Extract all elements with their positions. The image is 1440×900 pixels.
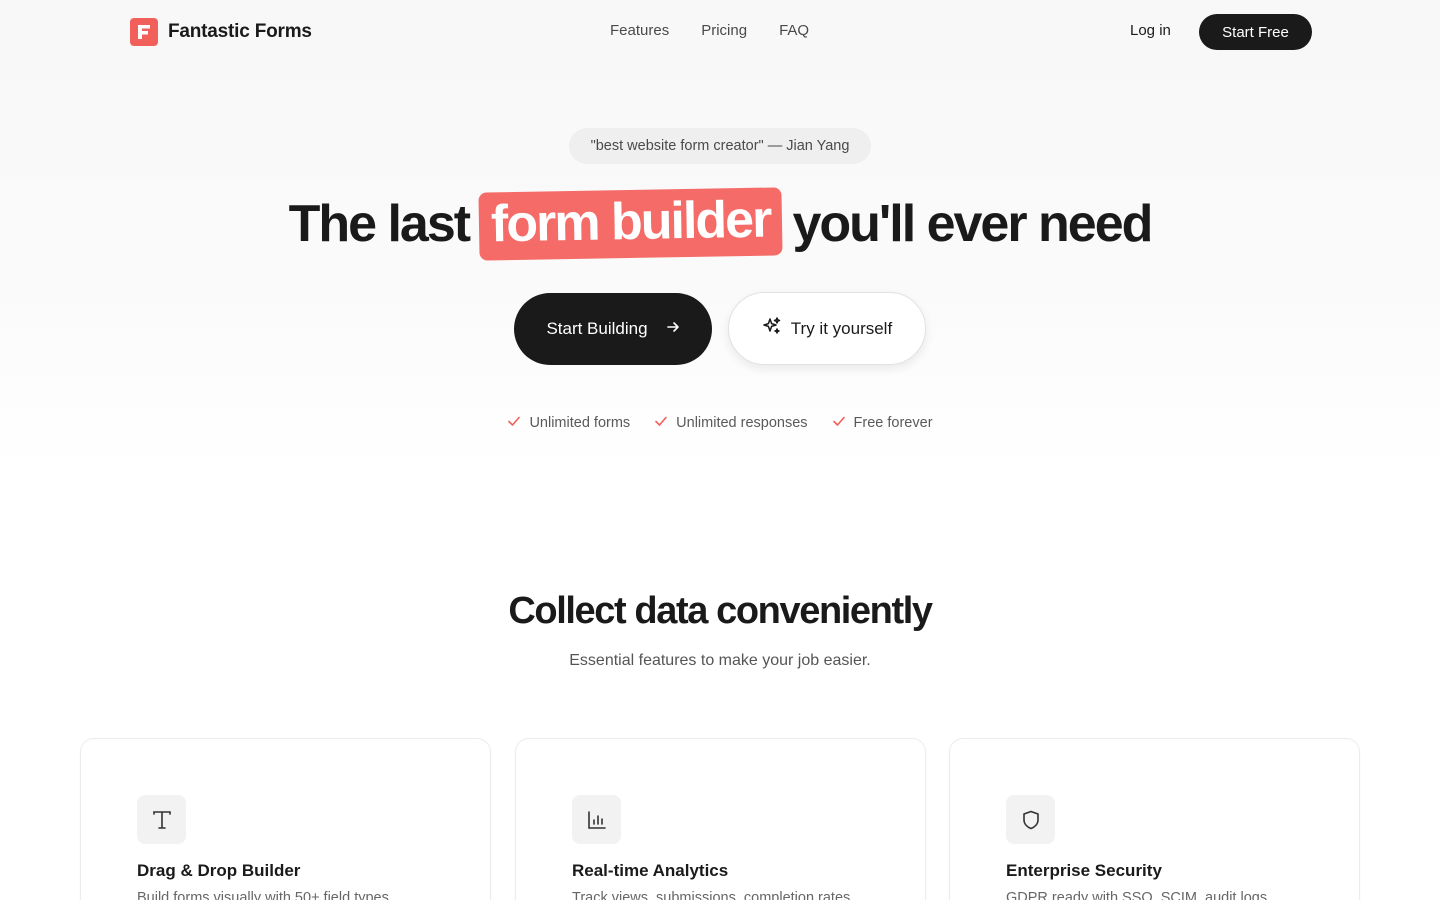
headline-after: you'll ever need (792, 195, 1153, 253)
benefit-item: Unlimited forms (507, 414, 630, 432)
start-building-button[interactable]: Start Building (514, 293, 712, 365)
brand[interactable]: Fantastic Forms (130, 18, 312, 46)
feature-card-security: Enterprise Security GDPR ready with SSO,… (949, 738, 1360, 900)
features-title: Collect data conveniently (508, 590, 933, 632)
try-it-yourself-button[interactable]: Try it yourself (728, 292, 926, 365)
benefit-label: Unlimited responses (676, 415, 808, 431)
benefit-label: Free forever (853, 415, 933, 431)
nav-link-pricing[interactable]: Pricing (701, 22, 747, 39)
feature-card-description: Track views, submissions, completion rat… (572, 890, 851, 900)
nav-links: Features Pricing FAQ (610, 22, 809, 39)
headline-before: The last (288, 195, 471, 253)
feature-card-description: GDPR ready with SSO, SCIM, audit logs (1006, 890, 1268, 900)
hero-headline: The last form builder you'll ever need (0, 187, 1440, 261)
shield-icon (1006, 795, 1055, 844)
benefit-checklist: Unlimited forms Unlimited responses Free… (0, 414, 1440, 432)
top-nav: Fantastic Forms Features Pricing FAQ Log… (0, 0, 1440, 64)
feature-card-description: Build forms visually with 50+ field type… (137, 890, 389, 900)
feature-card-title: Real-time Analytics (572, 861, 729, 880)
features-subtitle: Essential features to make your job easi… (569, 652, 871, 669)
check-icon (507, 414, 521, 432)
brand-name: Fantastic Forms (168, 21, 312, 42)
nav-link-features[interactable]: Features (610, 22, 669, 39)
feature-card-drag-drop: Drag & Drop Builder Build forms visually… (80, 738, 491, 900)
nav-link-faq[interactable]: FAQ (779, 22, 809, 39)
check-icon (654, 414, 668, 432)
headline-highlight: form builder (478, 187, 784, 261)
login-link[interactable]: Log in (1130, 22, 1171, 39)
try-it-yourself-label: Try it yourself (790, 318, 893, 338)
start-building-label: Start Building (546, 319, 648, 338)
testimonial-quote-pill: "best website form creator" — Jian Yang (569, 128, 871, 164)
arrow-right-icon (666, 319, 680, 339)
text-type-icon (137, 795, 186, 844)
sparkles-icon (762, 316, 782, 341)
check-icon (832, 414, 846, 432)
benefit-label: Unlimited forms (529, 415, 631, 431)
logo-f-icon (130, 18, 158, 46)
feature-card-analytics: Real-time Analytics Track views, submiss… (515, 738, 926, 900)
feature-card-title: Drag & Drop Builder (137, 861, 301, 880)
bar-chart-icon (572, 795, 621, 844)
benefit-item: Unlimited responses (654, 414, 808, 432)
benefit-item: Free forever (832, 414, 933, 432)
feature-card-title: Enterprise Security (1006, 861, 1162, 880)
start-free-button[interactable]: Start Free (1199, 14, 1312, 50)
